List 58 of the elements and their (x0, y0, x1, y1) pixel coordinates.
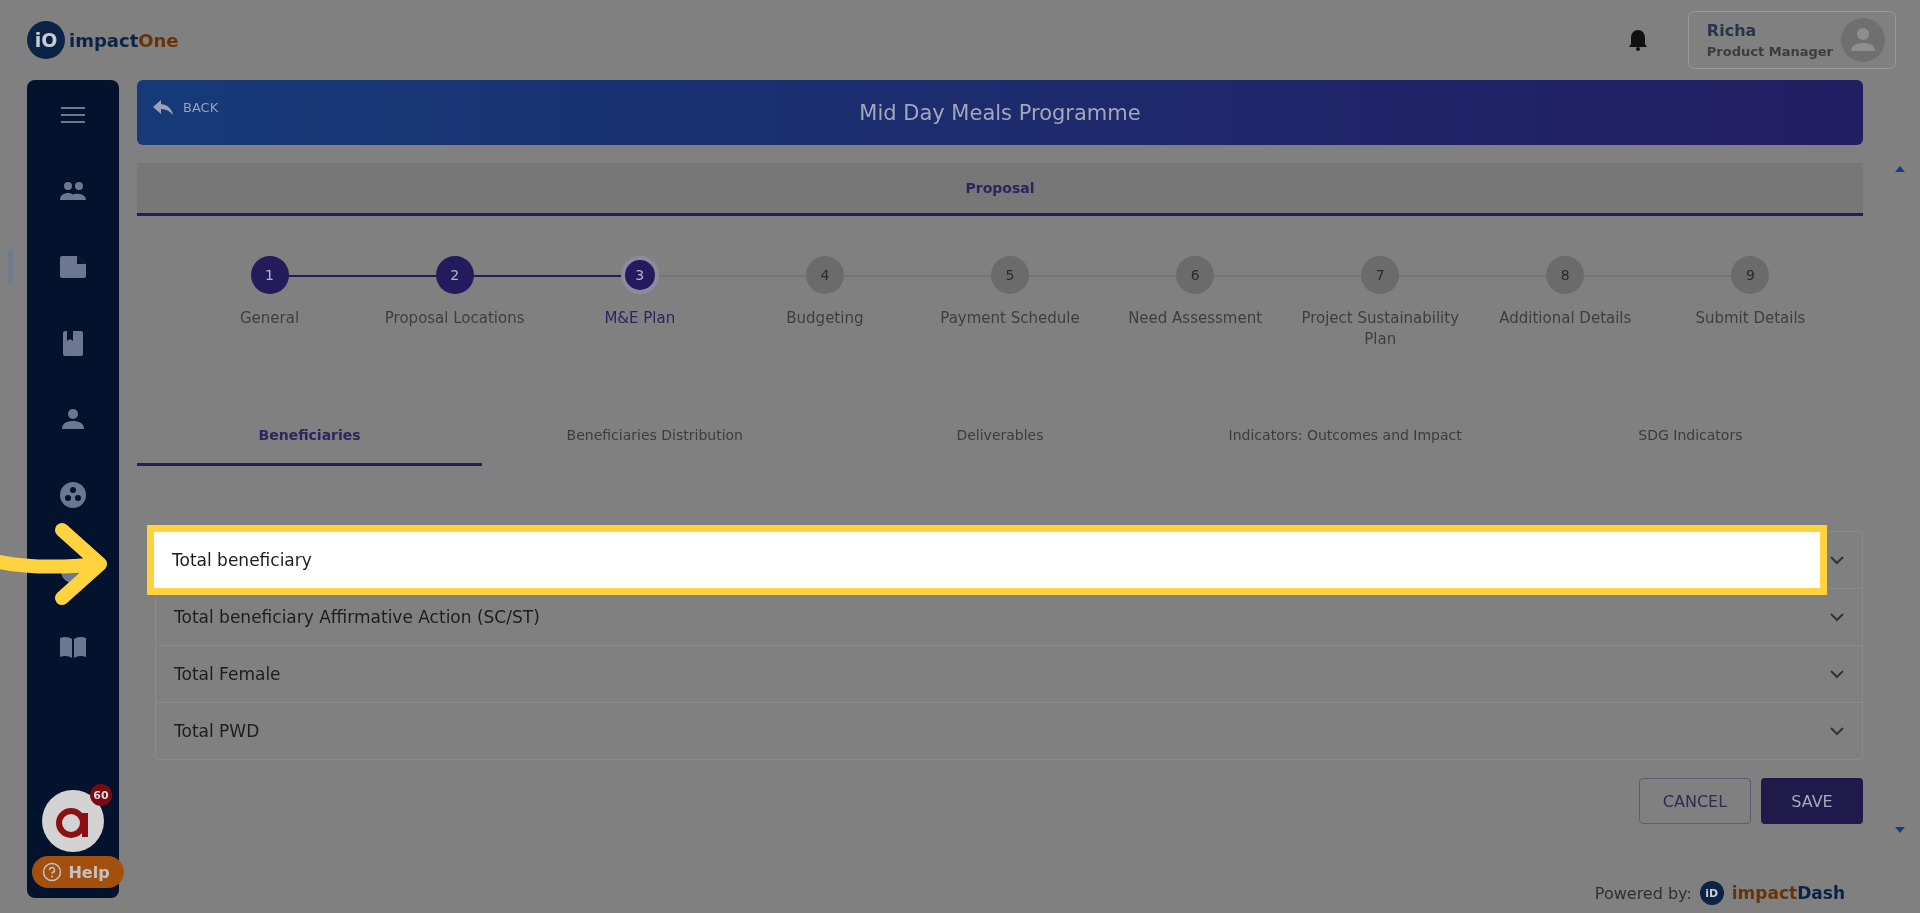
chevron-down-icon[interactable] (1830, 669, 1844, 679)
programme-title: Mid Day Meals Programme (859, 100, 1141, 125)
step-number[interactable]: 7 (1361, 256, 1400, 294)
step-number[interactable]: 6 (1176, 256, 1215, 294)
step-number[interactable]: 9 (1731, 256, 1770, 294)
step-number[interactable]: 1 (250, 256, 289, 294)
avatar-icon (1841, 18, 1885, 62)
step-label: Need Assessment (1128, 308, 1263, 329)
step-label: General (240, 308, 300, 329)
footer-logo-mark: iD (1699, 881, 1724, 905)
footer-logo-text: impactDash (1731, 883, 1845, 903)
user-card[interactable]: Richa Product Manager (1687, 11, 1896, 69)
document-icon[interactable] (60, 256, 86, 278)
logo-mark: iO (27, 21, 65, 59)
cancel-button[interactable]: CANCEL (1639, 778, 1751, 824)
save-button[interactable]: SAVE (1761, 778, 1863, 824)
open-book-icon[interactable] (59, 636, 87, 658)
step-number[interactable]: 8 (1546, 256, 1585, 294)
section-header: Proposal (137, 163, 1863, 216)
book-icon[interactable] (63, 330, 83, 356)
step-number[interactable]: 5 (991, 256, 1029, 294)
step-label: Payment Schedule (940, 308, 1080, 329)
person-icon[interactable] (62, 409, 84, 429)
scroll-down-icon[interactable] (1895, 827, 1905, 833)
help-icon (42, 862, 63, 882)
chevron-down-icon[interactable] (1830, 726, 1844, 736)
help-button[interactable]: Help (32, 856, 124, 888)
step-label: Submit Details (1695, 308, 1806, 329)
tab[interactable]: Beneficiaries Distribution (482, 406, 828, 466)
bell-icon[interactable] (1627, 29, 1648, 51)
step-label: M&E Plan (604, 308, 676, 329)
back-arrow-icon (153, 99, 173, 116)
accordion-title[interactable]: Total Female (156, 646, 1830, 702)
accordion-title[interactable]: Total beneficiary Affirmative Action (SC/ST) (156, 589, 1830, 645)
step-label: Proposal Locations (384, 308, 525, 329)
palette-icon[interactable] (60, 482, 86, 508)
powered-by-text: Powered by: (1594, 883, 1692, 903)
user-name: Richa (1706, 21, 1758, 40)
step-label: Budgeting (786, 308, 864, 329)
scroll-up-icon[interactable] (1895, 166, 1905, 172)
people-icon[interactable] (59, 181, 87, 201)
tab[interactable]: SDG Indicators (1517, 406, 1863, 466)
chevron-down-icon[interactable] (1830, 555, 1844, 565)
back-button[interactable]: BACK (147, 98, 225, 117)
step-label: Project Sustainability Plan (1300, 308, 1461, 350)
tab[interactable]: Indicators: Outcomes and Impact (1172, 406, 1518, 466)
step-number[interactable]: 4 (805, 256, 844, 294)
logo-text: impactOne (69, 29, 179, 51)
step-number[interactable]: 3 (620, 256, 659, 294)
menu-icon[interactable] (61, 106, 85, 124)
notification-badge: 60 (90, 784, 112, 806)
step-label: Additional Details (1499, 308, 1632, 329)
accordion-title[interactable]: Total PWD (156, 703, 1830, 759)
chevron-down-icon[interactable] (1830, 612, 1844, 622)
step-number[interactable]: 2 (435, 256, 474, 294)
tab[interactable]: Beneficiaries (137, 406, 483, 466)
user-role: Product Manager (1706, 44, 1833, 59)
tab[interactable]: Deliverables (827, 406, 1173, 466)
